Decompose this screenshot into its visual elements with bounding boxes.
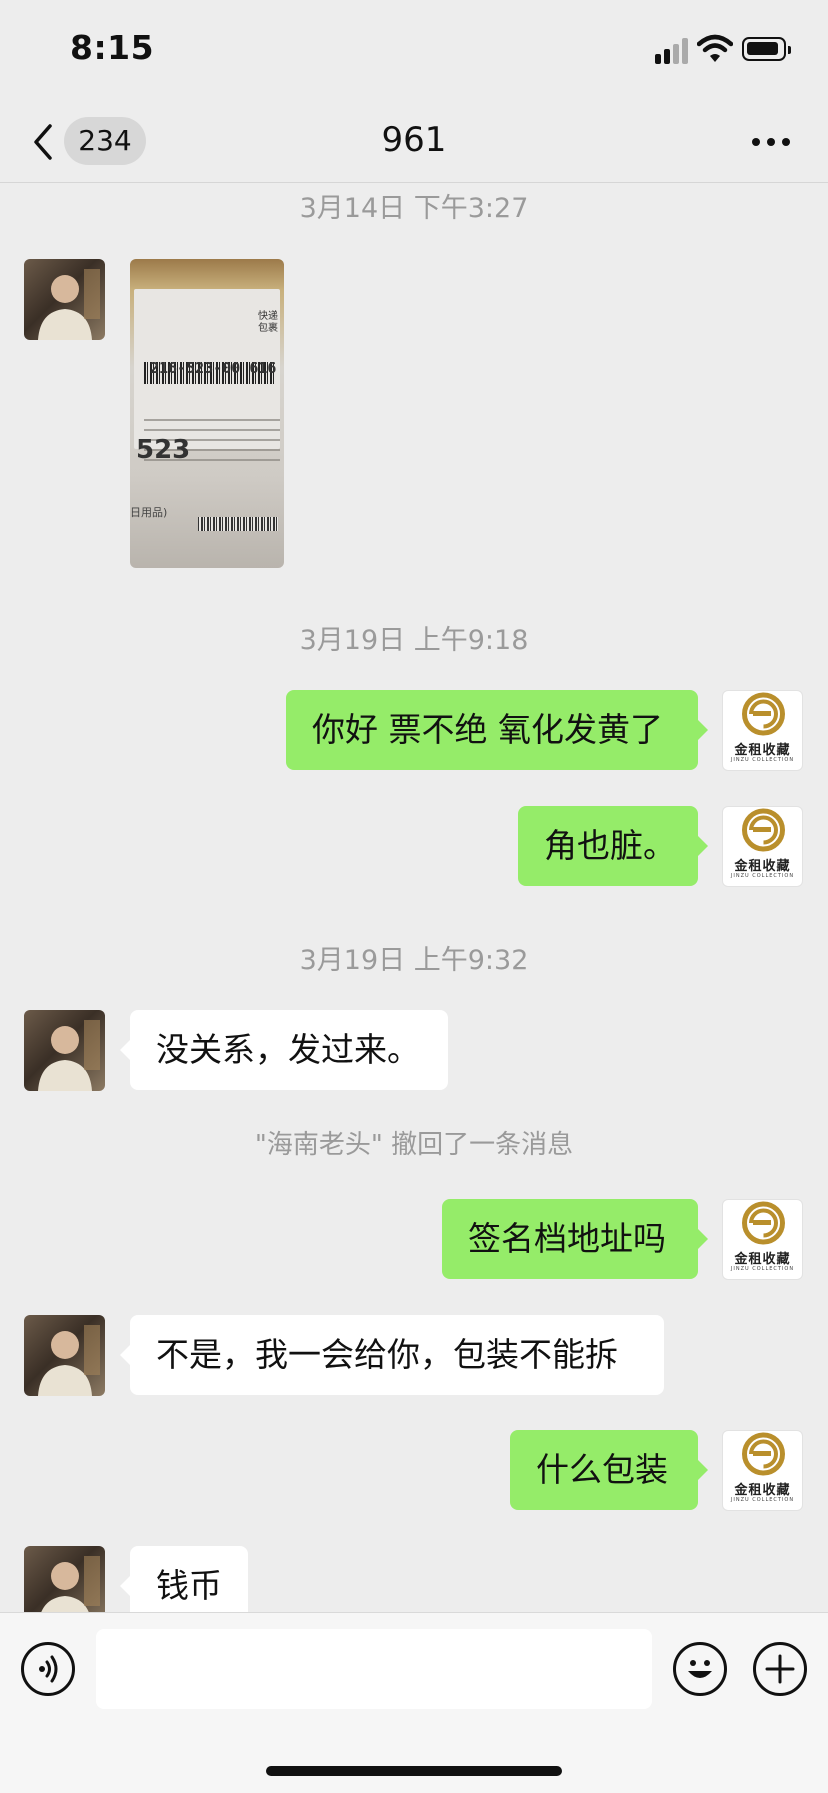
outgoing-message[interactable]: 你好 票不绝 氧化发黄了: [286, 690, 708, 770]
brand-logo-icon: [742, 808, 785, 852]
battery-icon: [742, 37, 791, 61]
timestamp: 3月19日 上午9:32: [299, 945, 529, 976]
status-time: 8:15: [70, 28, 155, 67]
brand-name: 金租收藏: [734, 1483, 791, 1498]
contact-avatar[interactable]: [24, 259, 105, 340]
brand-logo-icon: [742, 692, 785, 736]
timestamp: 3月19日 上午9:18: [299, 625, 529, 656]
timestamp: 3月14日 下午3:27: [299, 193, 529, 224]
label-note: 日用品): [130, 506, 168, 519]
outgoing-message[interactable]: 签名档地址吗: [442, 1199, 708, 1279]
brand-subtitle: JINZU COLLECTION: [730, 873, 795, 879]
brand-name: 金租收藏: [734, 743, 791, 758]
cellular-signal-icon: [655, 38, 689, 64]
brand-logo-icon: [742, 1432, 785, 1476]
barcode: [198, 517, 278, 531]
my-avatar[interactable]: 金租收藏 JINZU COLLECTION: [722, 1430, 803, 1511]
outgoing-message[interactable]: 什么包装: [510, 1430, 708, 1510]
chat-title: 961: [381, 120, 447, 160]
image-message[interactable]: 216-523-00 616 523 快递 包裹 日用品): [130, 259, 284, 568]
brand-name: 金租收藏: [734, 1252, 791, 1267]
emoji-icon[interactable]: [673, 1642, 727, 1696]
wifi-icon: [697, 34, 733, 62]
brand-subtitle: JINZU COLLECTION: [730, 1497, 795, 1503]
my-avatar[interactable]: 金租收藏 JINZU COLLECTION: [722, 690, 803, 771]
brand-subtitle: JINZU COLLECTION: [730, 1266, 795, 1272]
chat-header: 234 961: [0, 100, 828, 183]
plus-icon[interactable]: [753, 1642, 807, 1696]
incoming-message[interactable]: 不是，我一会给你，包装不能拆: [120, 1315, 664, 1395]
status-bar: 8:15: [0, 0, 828, 100]
label-tag: 包裹: [258, 323, 278, 334]
voice-icon[interactable]: [21, 1642, 75, 1696]
tracking-number: 216-523-00 616: [150, 359, 277, 377]
brand-subtitle: JINZU COLLECTION: [730, 757, 795, 763]
my-avatar[interactable]: 金租收藏 JINZU COLLECTION: [722, 806, 803, 887]
home-indicator[interactable]: [266, 1766, 562, 1776]
message-input[interactable]: [96, 1629, 652, 1709]
recall-notice: "海南老头" 撤回了一条消息: [254, 1130, 574, 1160]
my-avatar[interactable]: 金租收藏 JINZU COLLECTION: [722, 1199, 803, 1280]
brand-logo-icon: [742, 1201, 785, 1245]
incoming-message[interactable]: 没关系，发过来。: [120, 1010, 448, 1090]
outgoing-message[interactable]: 角也脏。: [518, 806, 708, 886]
sort-code: 523: [136, 435, 191, 465]
brand-name: 金租收藏: [734, 859, 791, 874]
more-dots-icon[interactable]: [752, 138, 792, 148]
contact-avatar[interactable]: [24, 1315, 105, 1396]
contact-avatar[interactable]: [24, 1010, 105, 1091]
